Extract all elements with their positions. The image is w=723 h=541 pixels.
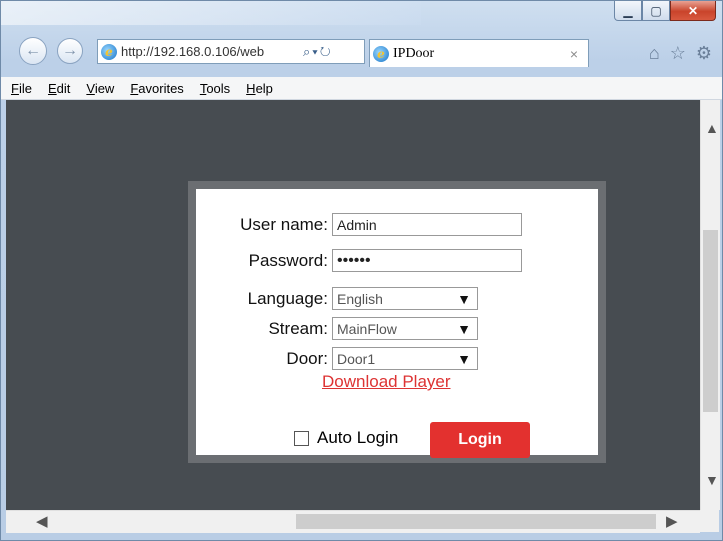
page-content: User name: Admin Password: •••••• Langua… (6, 100, 700, 510)
scroll-up-icon[interactable]: ▲ (705, 120, 719, 136)
forward-button[interactable]: → (57, 38, 83, 64)
chevron-down-icon: ▼ (457, 350, 471, 367)
tab-ipdoor[interactable]: e IPDoor × (369, 39, 589, 67)
download-player-link[interactable]: Download Player (322, 372, 451, 392)
chevron-down-icon: ▼ (457, 290, 471, 307)
tab-ie-logo-icon: e (373, 45, 389, 62)
door-row: Door: Door1 ▼ (196, 347, 478, 370)
horizontal-scrollbar[interactable]: ◀ ▶ (6, 510, 700, 533)
login-panel: User name: Admin Password: •••••• Langua… (188, 181, 606, 463)
stream-select[interactable]: MainFlow ▼ (332, 317, 478, 340)
password-row: Password: •••••• (196, 249, 522, 272)
auto-login-checkbox[interactable] (294, 430, 309, 446)
chevron-down-icon: ▼ (457, 320, 471, 337)
vertical-scroll-thumb[interactable] (703, 230, 718, 412)
stream-label: Stream: (268, 318, 328, 338)
stream-row: Stream: MainFlow ▼ (196, 317, 478, 340)
menu-bar: File Edit View Favorites Tools Help (1, 77, 722, 100)
username-value: Admin (337, 216, 377, 233)
maximize-button[interactable]: ▢ (642, 1, 670, 21)
menu-tools[interactable]: Tools (200, 81, 230, 96)
search-icon[interactable]: ⌕▾↻ (303, 44, 333, 60)
password-label: Password: (248, 250, 328, 270)
minimize-button[interactable]: ▁ (614, 1, 642, 21)
scroll-down-icon[interactable]: ▼ (705, 472, 719, 488)
star-icon[interactable]: ☆ (670, 43, 686, 64)
language-value: English (337, 290, 383, 307)
username-input[interactable]: Admin (332, 213, 522, 236)
language-label: Language: (247, 288, 328, 308)
scroll-left-icon[interactable]: ◀ (36, 512, 48, 530)
login-button[interactable]: Login (430, 422, 530, 458)
toolbar-icons: ⌂ ☆ ⚙ (649, 43, 712, 64)
horizontal-scroll-thumb[interactable] (296, 514, 656, 529)
address-url[interactable]: http://192.168.0.106/web (121, 44, 297, 59)
auto-login-toggle[interactable]: Auto Login (294, 428, 398, 448)
back-arrow-icon: ← (25, 42, 41, 59)
scroll-right-icon[interactable]: ▶ (666, 512, 678, 530)
close-window-button[interactable]: ✕ (670, 1, 716, 21)
menu-edit[interactable]: Edit (48, 81, 70, 96)
home-icon[interactable]: ⌂ (649, 43, 660, 64)
menu-favorites[interactable]: Favorites (130, 81, 183, 96)
titlebar (1, 1, 421, 25)
ie-logo-icon: e (101, 43, 117, 60)
password-input[interactable]: •••••• (332, 249, 522, 272)
door-select[interactable]: Door1 ▼ (332, 347, 478, 370)
username-row: User name: Admin (196, 213, 522, 236)
menu-file[interactable]: File (11, 81, 32, 96)
navigation-bar: ← → e http://192.168.0.106/web ⌕▾↻ e IPD… (1, 31, 722, 67)
door-value: Door1 (337, 350, 376, 367)
scrollbar-corner (700, 510, 719, 532)
stream-value: MainFlow (337, 320, 397, 337)
language-row: Language: English ▼ (196, 287, 478, 310)
browser-window: ▁ ▢ ✕ ← → e http://192.168.0.106/web ⌕▾↻… (0, 0, 723, 541)
address-bar[interactable]: e http://192.168.0.106/web ⌕▾↻ (97, 39, 365, 64)
window-controls: ▁ ▢ ✕ (614, 1, 716, 25)
vertical-scrollbar[interactable]: ▲ ▼ (700, 100, 720, 510)
forward-arrow-icon: → (62, 42, 78, 59)
menu-help[interactable]: Help (246, 81, 273, 96)
tab-title: IPDoor (393, 45, 435, 61)
password-value: •••••• (337, 251, 371, 269)
language-select[interactable]: English ▼ (332, 287, 478, 310)
auto-login-label: Auto Login (317, 428, 399, 447)
gear-icon[interactable]: ⚙ (696, 43, 712, 64)
username-label: User name: (240, 214, 328, 234)
tab-close-icon[interactable]: × (570, 46, 578, 62)
back-button[interactable]: ← (19, 37, 47, 65)
menu-view[interactable]: View (86, 81, 114, 96)
door-label: Door: (286, 348, 328, 368)
